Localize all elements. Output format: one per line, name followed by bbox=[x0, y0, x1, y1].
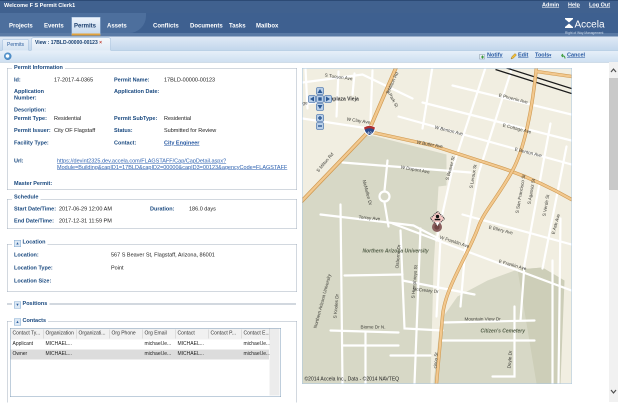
svg-text:©2014 Accela Inc., Data - ©201: ©2014 Accela Inc., Data - ©2014 NAVTEQ bbox=[305, 376, 400, 383]
svg-text:Mountain View Dr: Mountain View Dr bbox=[465, 317, 502, 322]
svg-text:Biome Dr N.: Biome Dr N. bbox=[361, 325, 386, 330]
svg-text:40: 40 bbox=[367, 130, 372, 135]
svg-text:ge: ge bbox=[303, 101, 309, 106]
svg-text:Right of Way Management: Right of Way Management bbox=[565, 31, 603, 35]
svg-text:Accela: Accela bbox=[575, 20, 605, 31]
svg-text:aplaza Vieja: aplaza Vieja bbox=[331, 97, 359, 103]
svg-text:Northern Arizona University: Northern Arizona University bbox=[363, 249, 429, 255]
svg-text:Citizen's Cemetery: Citizen's Cemetery bbox=[481, 329, 526, 335]
